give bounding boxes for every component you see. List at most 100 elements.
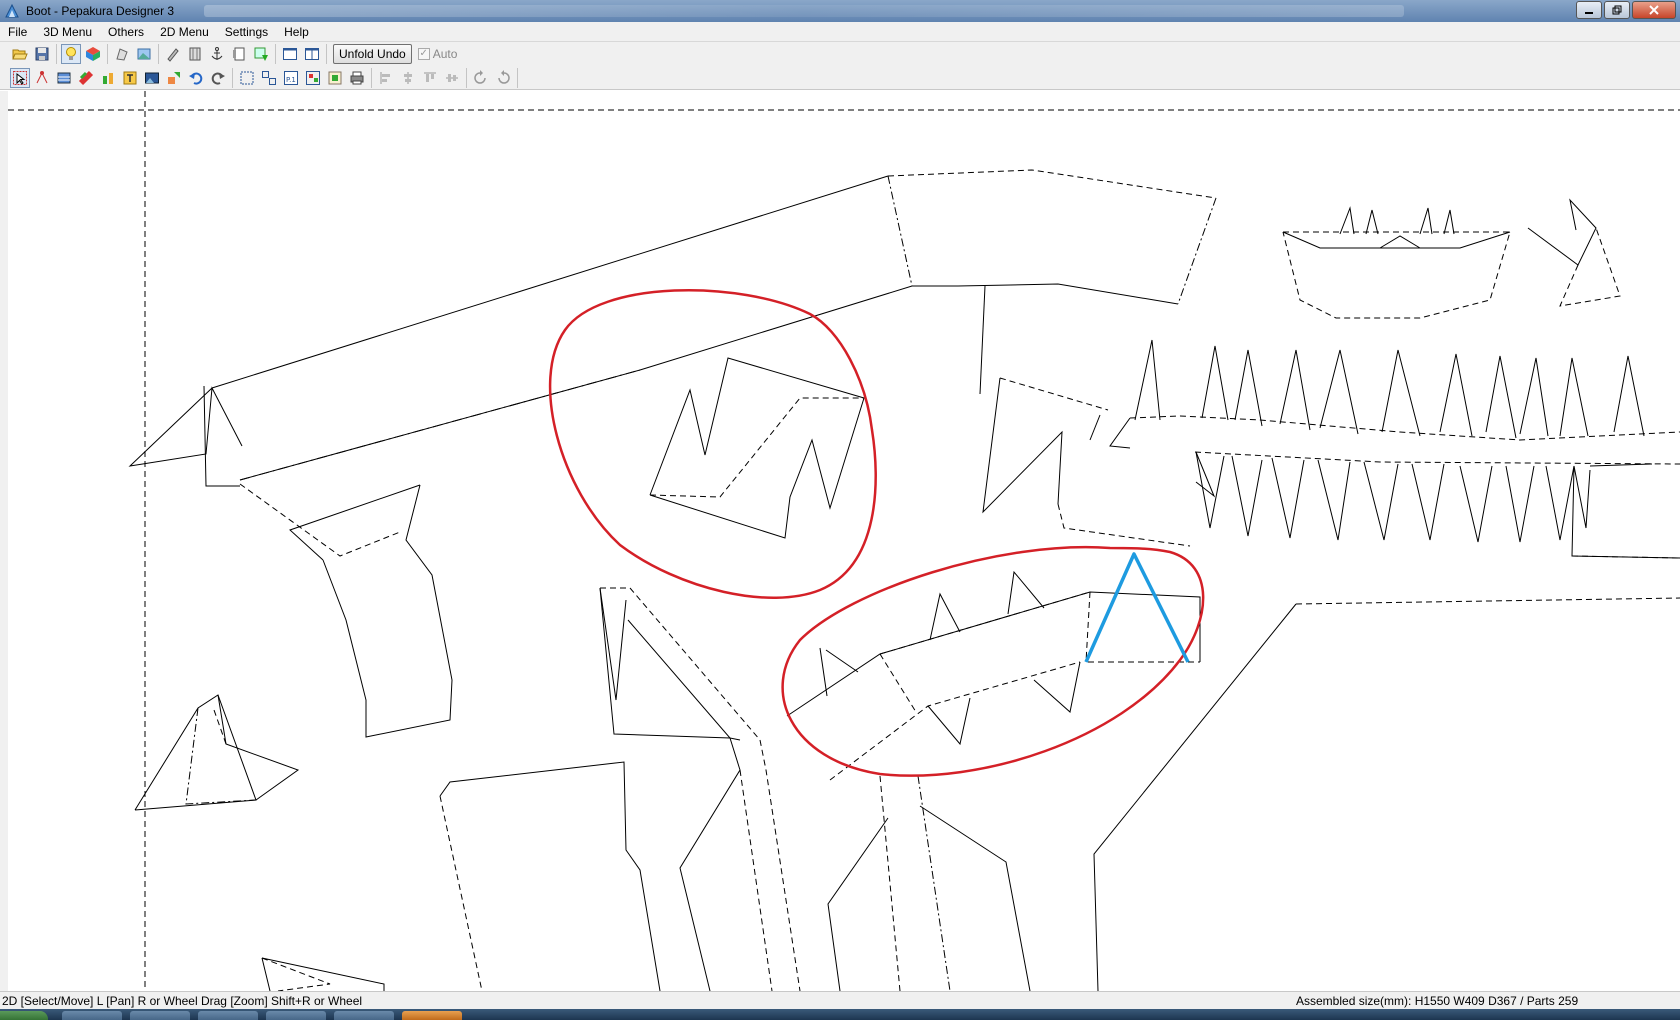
single-pane-button[interactable]: [280, 44, 300, 64]
pattern-piece-lower-panel[interactable]: [261, 761, 1031, 991]
auto-layout-button[interactable]: [303, 68, 323, 88]
unfold-undo-button[interactable]: Unfold Undo: [333, 44, 412, 64]
auto-checkbox-box: ✓: [417, 48, 430, 60]
align-left-button[interactable]: [376, 68, 396, 88]
pattern-piece-teeth-lower[interactable]: [786, 570, 1201, 781]
rotate-90-ccw-icon: [474, 69, 486, 84]
fit-page-button[interactable]: [237, 68, 257, 88]
single-pane-icon: [283, 48, 297, 60]
title-bar-blurred-area: [204, 5, 1405, 17]
edit-toolbar: P.1: [0, 66, 1680, 90]
menu-3d[interactable]: 3D Menu: [35, 22, 100, 42]
join-edge-button[interactable]: [32, 68, 52, 88]
align-middle-icon: [446, 73, 458, 82]
edit-color-button[interactable]: [98, 68, 118, 88]
taskbar-item-media[interactable]: [402, 1011, 462, 1020]
select-move-icon: [13, 70, 27, 85]
start-button[interactable]: [0, 1011, 48, 1020]
image-tool-icon: [145, 72, 159, 83]
open-icon: [12, 49, 28, 60]
pattern-piece-flag[interactable]: [1527, 198, 1621, 307]
rotate-part-button[interactable]: [164, 68, 184, 88]
status-hint: 2D [Select/Move] L [Pan] R or Wheel Drag…: [2, 993, 363, 1008]
color-cube-button[interactable]: [83, 44, 103, 64]
print-button[interactable]: [347, 68, 367, 88]
minimize-button[interactable]: [1576, 1, 1602, 19]
texture-button[interactable]: [134, 44, 154, 64]
rotate-90-cw-button[interactable]: [493, 68, 513, 88]
pen-button[interactable]: [163, 44, 183, 64]
open-button[interactable]: [10, 44, 30, 64]
align-center-button[interactable]: [398, 68, 418, 88]
edit-part-button[interactable]: [251, 44, 271, 64]
print-icon: [350, 71, 364, 84]
rotate-part-icon: [168, 71, 180, 84]
model-view-icon: [116, 48, 128, 61]
redo-icon: [211, 72, 225, 85]
taskbar-item-app[interactable]: [198, 1011, 258, 1020]
align-top-button[interactable]: [420, 68, 440, 88]
pattern-piece-teeth-strip[interactable]: [1109, 339, 1680, 559]
close-icon: [1649, 5, 1659, 15]
select-move-button[interactable]: [10, 67, 30, 88]
menu-2d[interactable]: 2D Menu: [152, 22, 217, 42]
taskbar-item-explorer[interactable]: [130, 1011, 190, 1020]
dual-pane-icon: [305, 48, 319, 60]
dual-pane-button[interactable]: [302, 44, 322, 64]
join-edge-icon: [36, 70, 48, 83]
model-view-button[interactable]: [112, 44, 132, 64]
pattern-drawing: [8, 91, 1680, 991]
paper-button[interactable]: [229, 44, 249, 64]
pattern-piece-neck[interactable]: [599, 587, 801, 991]
save-button[interactable]: [32, 44, 52, 64]
layers-icon: [78, 70, 94, 85]
menu-others[interactable]: Others: [100, 22, 152, 42]
edit-color-icon: [103, 72, 113, 84]
pattern-piece-teeth-upper[interactable]: [649, 357, 865, 539]
print-preview-icon: [328, 71, 342, 84]
align-left-icon: [380, 71, 390, 84]
anchor-button[interactable]: [207, 44, 227, 64]
assembled-size: Assembled size(mm): H1550 W409 D367 / Pa…: [1296, 993, 1579, 1008]
page-number-icon: P.1: [284, 70, 298, 85]
pattern-piece-arm[interactable]: [128, 169, 1217, 738]
undo-button[interactable]: [186, 68, 206, 88]
redo-button[interactable]: [208, 68, 228, 88]
auto-checkbox-label: Auto: [432, 47, 458, 61]
rotate-90-ccw-button[interactable]: [471, 68, 491, 88]
text-tool-button[interactable]: [120, 68, 140, 88]
layers-button[interactable]: [76, 68, 96, 88]
auto-checkbox[interactable]: ✓ Auto: [417, 47, 458, 61]
maximize-button[interactable]: [1604, 1, 1630, 19]
status-bar: 2D [Select/Move] L [Pan] R or Wheel Drag…: [0, 991, 1680, 1009]
rotate-90-cw-icon: [498, 69, 510, 84]
print-preview-button[interactable]: [325, 68, 345, 88]
menu-help[interactable]: Help: [276, 22, 317, 42]
taskbar-item-other[interactable]: [334, 1011, 394, 1020]
annotation-blue-triangle: [1084, 552, 1190, 663]
page-number-button[interactable]: P.1: [281, 68, 301, 88]
align-middle-button[interactable]: [442, 68, 462, 88]
pattern-piece-left-triangle[interactable]: [134, 694, 300, 811]
taskbar-item-pepakura[interactable]: [266, 1011, 326, 1020]
add-flap-button[interactable]: [54, 68, 74, 88]
menu-settings[interactable]: Settings: [217, 22, 276, 42]
cube-color-icon: [86, 47, 100, 61]
pattern-piece-boat[interactable]: [1282, 206, 1511, 319]
title-bar: Boot - Pepakura Designer 3: [0, 0, 1680, 22]
image-tool-button[interactable]: [142, 68, 162, 88]
text-tool-icon: [123, 71, 137, 84]
ruler-button[interactable]: [185, 44, 205, 64]
align-center-icon: [404, 71, 412, 84]
taskbar-item-browser[interactable]: [62, 1011, 122, 1020]
close-button[interactable]: [1632, 1, 1676, 19]
pattern-canvas[interactable]: [0, 91, 1680, 991]
menu-file[interactable]: File: [0, 22, 35, 42]
pattern-piece-sleeve[interactable]: [979, 285, 1191, 547]
arrange-button[interactable]: [259, 68, 279, 88]
menu-bar: File 3D Menu Others 2D Menu Settings Hel…: [0, 22, 1680, 42]
annotation-circle-upper: [548, 289, 877, 600]
main-toolbar: Unfold Undo ✓ Auto: [0, 42, 1680, 66]
light-toggle-button[interactable]: [61, 44, 81, 64]
window-title: Boot - Pepakura Designer 3: [26, 4, 175, 18]
